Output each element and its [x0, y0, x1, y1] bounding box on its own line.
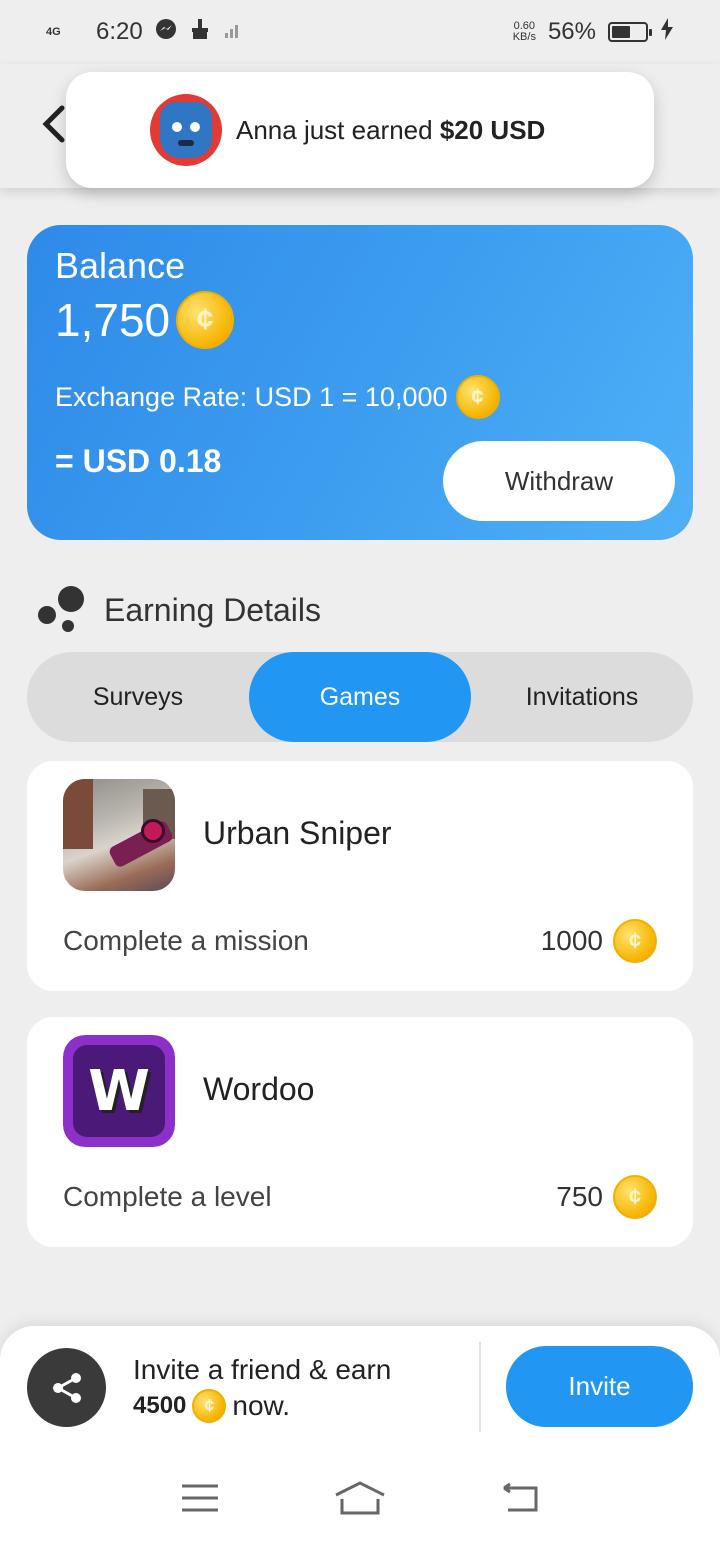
coin-icon: ¢ — [455, 375, 500, 419]
tab-games[interactable]: Games — [249, 652, 471, 742]
status-right: 0.60 KB/s 56% — [513, 17, 674, 47]
game-name: Urban Sniper — [203, 815, 392, 851]
battery-fill — [612, 26, 630, 38]
invite-suffix: now. — [232, 1390, 290, 1421]
toast-message: Anna just earned $20 USD — [236, 115, 545, 146]
network-indicator: 4G — [46, 25, 61, 38]
urban-sniper-icon — [63, 779, 175, 891]
signal-icon — [223, 18, 243, 46]
share-button[interactable] — [27, 1348, 106, 1427]
game-task: Complete a level — [63, 1181, 272, 1212]
dots-icon — [38, 586, 86, 634]
share-icon — [52, 1372, 81, 1403]
reward-value: 1000 — [540, 925, 603, 956]
toast-amount: $20 USD — [439, 114, 546, 145]
section-title: Earning Details — [104, 591, 321, 628]
balance-label: Balance — [55, 245, 186, 286]
data-speed: 0.60 KB/s — [513, 21, 536, 43]
back-nav-icon[interactable] — [490, 1478, 550, 1518]
coin-icon: ¢ — [176, 291, 235, 349]
earning-toast: Anna just earned $20 USD — [66, 72, 654, 188]
battery-icon — [608, 22, 652, 42]
reward-value: 750 — [556, 1181, 603, 1212]
status-bar: 4G 6:20 0.60 KB/s 56% — [0, 0, 720, 64]
avatar — [150, 94, 222, 166]
balance-amount: 1,750 — [55, 294, 171, 346]
invite-amount: 4500 — [133, 1392, 187, 1419]
tab-invitations[interactable]: Invitations — [471, 652, 693, 742]
earning-tabs: Surveys Games Invitations — [27, 652, 693, 742]
balance-amount-row: 1,750 ¢ — [55, 291, 665, 349]
invite-line1: Invite a friend & earn — [133, 1354, 392, 1385]
battery-percent: 56% — [547, 18, 596, 45]
invite-line2: 4500 ¢ now. — [133, 1388, 391, 1424]
home-icon[interactable] — [330, 1478, 390, 1518]
wordoo-icon: W — [63, 1035, 175, 1147]
cleaner-icon — [189, 18, 211, 47]
menu-icon[interactable] — [170, 1478, 230, 1518]
game-name: Wordoo — [203, 1071, 315, 1107]
balance-card: Balance 1,750 ¢ Exchange Rate: USD 1 = 1… — [27, 225, 693, 540]
charging-icon — [660, 17, 674, 47]
system-nav-bar — [0, 1452, 720, 1544]
robot-icon — [160, 102, 212, 158]
game-task: Complete a mission — [63, 925, 309, 956]
wordoo-letter: W — [73, 1045, 165, 1137]
game-reward: 750 ¢ — [556, 1175, 657, 1219]
tab-surveys[interactable]: Surveys — [27, 652, 249, 742]
toast-prefix: Anna just earned — [236, 114, 440, 145]
status-left: 4G 6:20 — [46, 18, 243, 47]
invite-button[interactable]: Invite — [506, 1346, 693, 1427]
coin-icon: ¢ — [613, 919, 657, 963]
earning-details-heading: Earning Details — [38, 586, 321, 634]
exchange-rate: Exchange Rate: USD 1 = 10,000 — [55, 381, 448, 412]
exchange-rate-row: Exchange Rate: USD 1 = 10,000 ¢ — [55, 375, 665, 419]
coin-icon: ¢ — [192, 1389, 227, 1423]
withdraw-button[interactable]: Withdraw — [443, 441, 675, 521]
clock: 6:20 — [96, 18, 143, 45]
app-header: Anna just earned $20 USD — [0, 64, 720, 188]
game-card[interactable]: W Wordoo Complete a level 750 ¢ — [27, 1017, 693, 1247]
game-reward: 1000 ¢ — [541, 919, 657, 963]
game-card[interactable]: Urban Sniper Complete a mission 1000 ¢ — [27, 761, 693, 991]
messenger-icon — [155, 18, 177, 47]
divider — [479, 1342, 481, 1432]
invite-text: Invite a friend & earn 4500 ¢ now. — [133, 1352, 391, 1424]
data-speed-unit: KB/s — [512, 31, 536, 43]
coin-icon: ¢ — [613, 1175, 657, 1219]
